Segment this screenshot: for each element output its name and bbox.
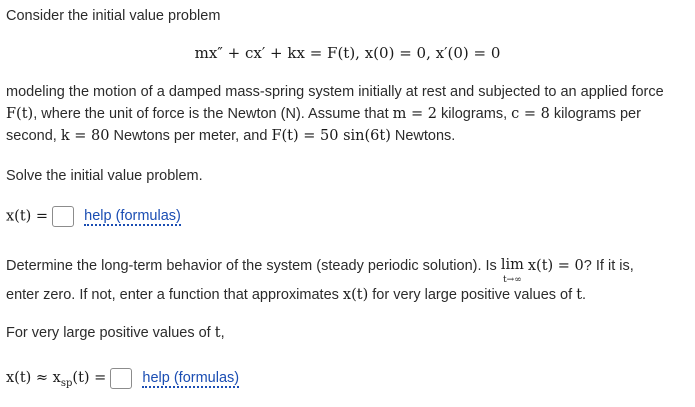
damping-value: c = 8 <box>511 106 550 122</box>
longterm-text-4: for very large positive values of <box>368 287 577 303</box>
description-text-4: kilograms per <box>549 106 641 122</box>
solve-prompt: Solve the initial value problem. <box>6 168 203 184</box>
mass-value: m = 2 <box>392 106 437 122</box>
description-text-1: modeling the motion of a damped mass-spr… <box>6 84 664 100</box>
description-text-2: , where the unit of force is the Newton … <box>33 106 393 122</box>
force-function: F(t) <box>6 106 34 122</box>
longterm-x-of-t: x(t) <box>342 287 369 303</box>
help-formulas-link-1[interactable]: help (formulas) <box>84 208 181 227</box>
limit-subscript: t→∞ <box>503 274 522 285</box>
large-t-prompt-text: For very large positive values of <box>6 325 215 341</box>
limit-word: lim <box>500 257 524 273</box>
description-text-6: Newtons per meter, and <box>109 128 272 144</box>
limit-body: x(t) = 0 <box>527 258 584 274</box>
answer-row-2: x(t) ≈ xsp(t) = help (formulas) <box>6 368 240 390</box>
description-text-3: kilograms, <box>437 106 512 122</box>
answer-2-label-end: (t) = <box>72 370 107 387</box>
description-text-5: second, <box>6 128 61 144</box>
description-line-1: modeling the motion of a damped mass-spr… <box>6 84 664 100</box>
answer-2-input[interactable] <box>110 368 133 389</box>
applied-force-value: F(t) = 50 sin(6t) <box>271 128 391 144</box>
answer-1-label: x(t) = <box>6 208 49 225</box>
answer-row-1: x(t) = help (formulas) <box>6 206 181 227</box>
longterm-text-2: ? If it is, <box>583 258 634 274</box>
description-text-7: Newtons. <box>390 128 456 144</box>
longterm-line-1: Determine the long-term behavior of the … <box>6 258 634 285</box>
spring-constant-value: k = 80 <box>60 128 110 144</box>
longterm-text-5: . <box>582 287 587 303</box>
answer-2-label-sub: sp <box>60 378 73 390</box>
ivp-equation: mx″ + cx′ + kx = F(t), x(0) = 0, x′(0) =… <box>194 44 501 62</box>
answer-1-input[interactable] <box>52 206 75 227</box>
answer-2-label-main: x(t) ≈ x <box>6 370 61 387</box>
large-t-prompt-comma: , <box>220 325 225 341</box>
longterm-line-2: enter zero. If not, enter a function tha… <box>6 287 586 303</box>
answer-2-label: x(t) ≈ xsp(t) = <box>6 370 107 390</box>
intro-text: Consider the initial value problem <box>6 8 221 24</box>
large-t-prompt: For very large positive values of t, <box>6 325 225 341</box>
limit-expression: lim t→∞ <box>501 258 524 285</box>
description-line-2: F(t), where the unit of force is the New… <box>6 106 641 122</box>
longterm-text-3: enter zero. If not, enter a function tha… <box>6 287 343 303</box>
help-formulas-link-2[interactable]: help (formulas) <box>142 370 240 389</box>
description-line-3: second, k = 80 Newtons per meter, and F(… <box>6 128 455 144</box>
longterm-text-1: Determine the long-term behavior of the … <box>6 258 501 274</box>
